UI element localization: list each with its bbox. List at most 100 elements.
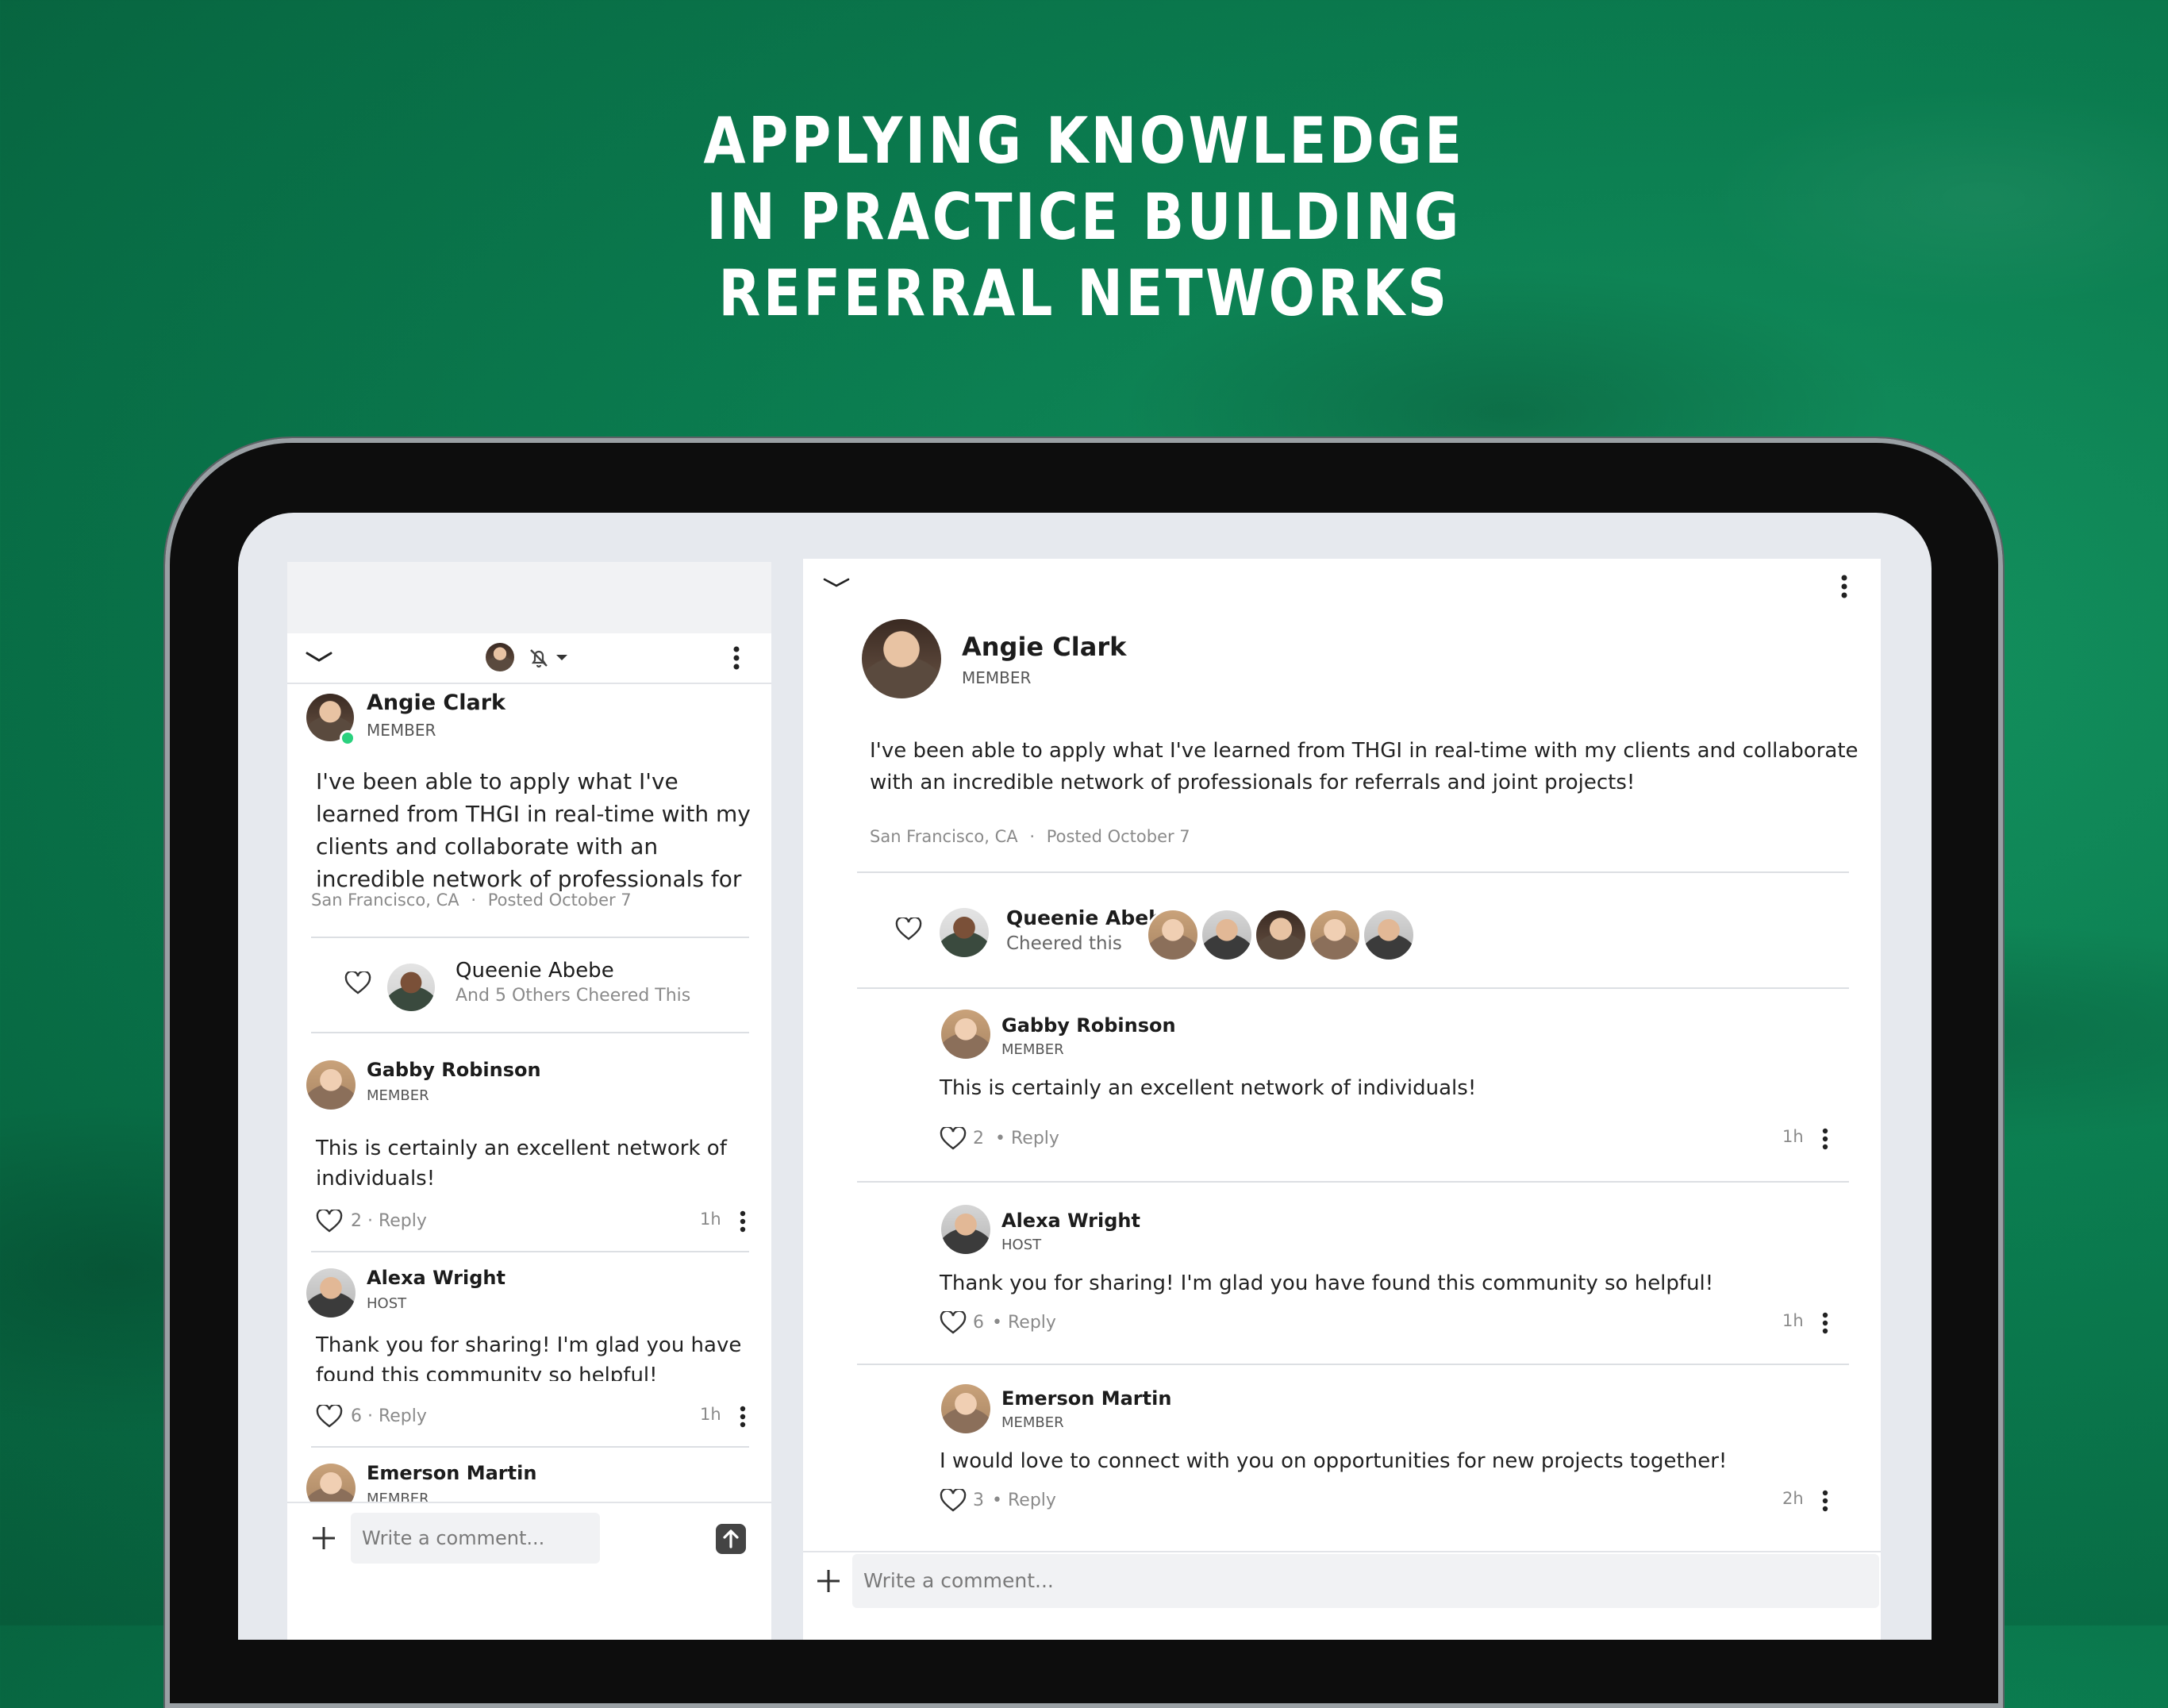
commenter-name[interactable]: Gabby Robinson — [367, 1059, 541, 1081]
headline-line-1: APPLYING KNOWLEDGE — [703, 104, 1465, 178]
cheer-avatar[interactable] — [940, 908, 989, 957]
bell-off-icon[interactable] — [527, 646, 551, 670]
heart-icon[interactable] — [940, 1127, 967, 1151]
post-author-role: MEMBER — [367, 721, 436, 740]
heart-icon[interactable] — [316, 1405, 343, 1429]
comment-time: 1h — [700, 1405, 721, 1424]
post-body: I've been able to apply what I've learne… — [316, 765, 760, 895]
comment-like-count: 3 — [973, 1491, 984, 1510]
heart-icon[interactable] — [940, 1489, 967, 1513]
comment-dot: • — [995, 1129, 1005, 1148]
commenter-avatar[interactable] — [306, 1060, 356, 1110]
more-vertical-icon[interactable] — [732, 644, 741, 671]
comment-text: Thank you for sharing! I'm glad you have… — [316, 1333, 742, 1381]
cheer-subtext[interactable]: And 5 Others Cheered This — [456, 986, 690, 1006]
cheer-name[interactable]: Queenie Abebe — [456, 959, 614, 983]
comment-reply-link[interactable]: Reply — [1008, 1491, 1056, 1510]
divider — [857, 871, 1849, 873]
cheer-avatar[interactable] — [1146, 908, 1200, 962]
cheer-avatar[interactable] — [1362, 908, 1416, 962]
comment-text: I would love to connect with you on oppo… — [940, 1449, 1728, 1473]
post-body-line: learned from THGI in real-time with my — [316, 801, 751, 827]
post-body-line: I've been able to apply what I've — [316, 768, 678, 794]
cheer-avatar[interactable] — [387, 964, 435, 1011]
chevron-down-icon[interactable] — [305, 649, 333, 665]
divider — [857, 1181, 1849, 1183]
avatar[interactable] — [486, 643, 514, 671]
commenter-role: HOST — [367, 1295, 407, 1312]
post-author-role: MEMBER — [962, 668, 1032, 687]
commenter-avatar[interactable] — [941, 1010, 990, 1059]
headline-line-3: REFERRAL NETWORKS — [718, 256, 1450, 330]
send-button[interactable] — [716, 1524, 746, 1554]
more-vertical-icon[interactable] — [1839, 573, 1849, 600]
commenter-name[interactable]: Gabby Robinson — [1001, 1014, 1176, 1037]
send-arrow-icon — [723, 1529, 739, 1548]
comment-likes-reply[interactable]: 6 · Reply — [351, 1406, 427, 1426]
comment-time: 2h — [1782, 1489, 1804, 1508]
comment-like-count: 6 — [973, 1313, 984, 1333]
plus-icon[interactable] — [311, 1525, 336, 1551]
cheer-avatar[interactable] — [1308, 908, 1362, 962]
commenter-name[interactable]: Emerson Martin — [367, 1462, 536, 1484]
more-vertical-icon[interactable] — [1820, 1127, 1830, 1151]
plus-icon[interactable] — [816, 1568, 841, 1594]
cheer-avatar[interactable] — [1254, 908, 1308, 962]
chevron-down-icon[interactable] — [822, 576, 851, 590]
comment-input[interactable]: Write a comment... — [351, 1513, 600, 1564]
post-body-line: clients and collaborate with an — [316, 833, 659, 860]
cheer-avatar[interactable] — [1200, 908, 1254, 962]
comment-likes-reply[interactable]: 2 · Reply — [351, 1211, 427, 1231]
post-author-name[interactable]: Angie Clark — [962, 632, 1126, 662]
more-vertical-icon[interactable] — [738, 1210, 748, 1233]
post-meta: San Francisco, CA · Posted October 7 — [311, 891, 632, 910]
divider — [857, 1364, 1849, 1365]
commenter-name[interactable]: Alexa Wright — [367, 1267, 505, 1289]
headline-line-2: IN PRACTICE BUILDING — [706, 180, 1462, 254]
heart-icon[interactable] — [344, 971, 371, 995]
post-meta: San Francisco, CA · Posted October 7 — [870, 827, 1190, 846]
commenter-name[interactable]: Alexa Wright — [1001, 1210, 1140, 1232]
commenter-avatar[interactable] — [941, 1384, 990, 1433]
comment-composer: Write a comment... — [803, 1551, 1881, 1640]
comment-time: 1h — [700, 1210, 721, 1229]
comment-time: 1h — [1782, 1127, 1804, 1146]
status-bar-area — [287, 562, 771, 633]
divider — [311, 1251, 749, 1252]
commenter-role: HOST — [1001, 1237, 1042, 1253]
comment-composer: Write a comment... — [287, 1502, 771, 1575]
post-author-name[interactable]: Angie Clark — [367, 691, 505, 715]
divider — [857, 987, 1849, 989]
comment-reply-link[interactable]: Reply — [1011, 1129, 1059, 1148]
author-avatar[interactable] — [862, 619, 941, 698]
comment-reply-link[interactable]: Reply — [1008, 1313, 1056, 1333]
commenter-name[interactable]: Emerson Martin — [1001, 1387, 1171, 1410]
online-status-indicator — [340, 730, 356, 746]
comment-text: This is certainly an excellent network o… — [940, 1076, 1477, 1100]
commenter-avatar[interactable] — [941, 1205, 990, 1254]
heart-icon[interactable] — [940, 1311, 967, 1335]
more-vertical-icon[interactable] — [1820, 1311, 1830, 1335]
heart-icon[interactable] — [316, 1210, 343, 1233]
tablet-screen: Angie Clark MEMBER I've been able to app… — [238, 513, 1932, 1640]
comment-input[interactable]: Write a comment... — [852, 1554, 1879, 1608]
comment-dot: • — [992, 1491, 1002, 1510]
comment-like-count: 2 — [973, 1129, 984, 1148]
commenter-avatar[interactable] — [306, 1464, 356, 1502]
more-vertical-icon[interactable] — [1820, 1489, 1830, 1513]
post-detail-panel: Angie Clark MEMBER I've been able to app… — [803, 559, 1881, 1640]
more-vertical-icon[interactable] — [738, 1405, 748, 1429]
cheer-subtext: Cheered this — [1006, 933, 1122, 954]
headline: APPLYING KNOWLEDGE IN PRACTICE BUILDING … — [152, 103, 2016, 332]
post-body: I've been able to apply what I've learne… — [870, 739, 1859, 794]
post-location: San Francisco, CA — [870, 827, 1018, 846]
comment-dot: • — [992, 1313, 1002, 1333]
comment-clip: Emerson Martin MEMBER — [287, 1451, 771, 1502]
commenter-avatar[interactable] — [306, 1268, 356, 1318]
post-location: San Francisco, CA — [311, 891, 459, 910]
divider — [311, 1446, 749, 1448]
caret-down-icon[interactable] — [555, 654, 568, 662]
comment-text: This is certainly an excellent network o… — [316, 1137, 727, 1191]
comment-text: Thank you for sharing! I'm glad you have… — [940, 1271, 1714, 1295]
heart-icon[interactable] — [895, 917, 922, 941]
